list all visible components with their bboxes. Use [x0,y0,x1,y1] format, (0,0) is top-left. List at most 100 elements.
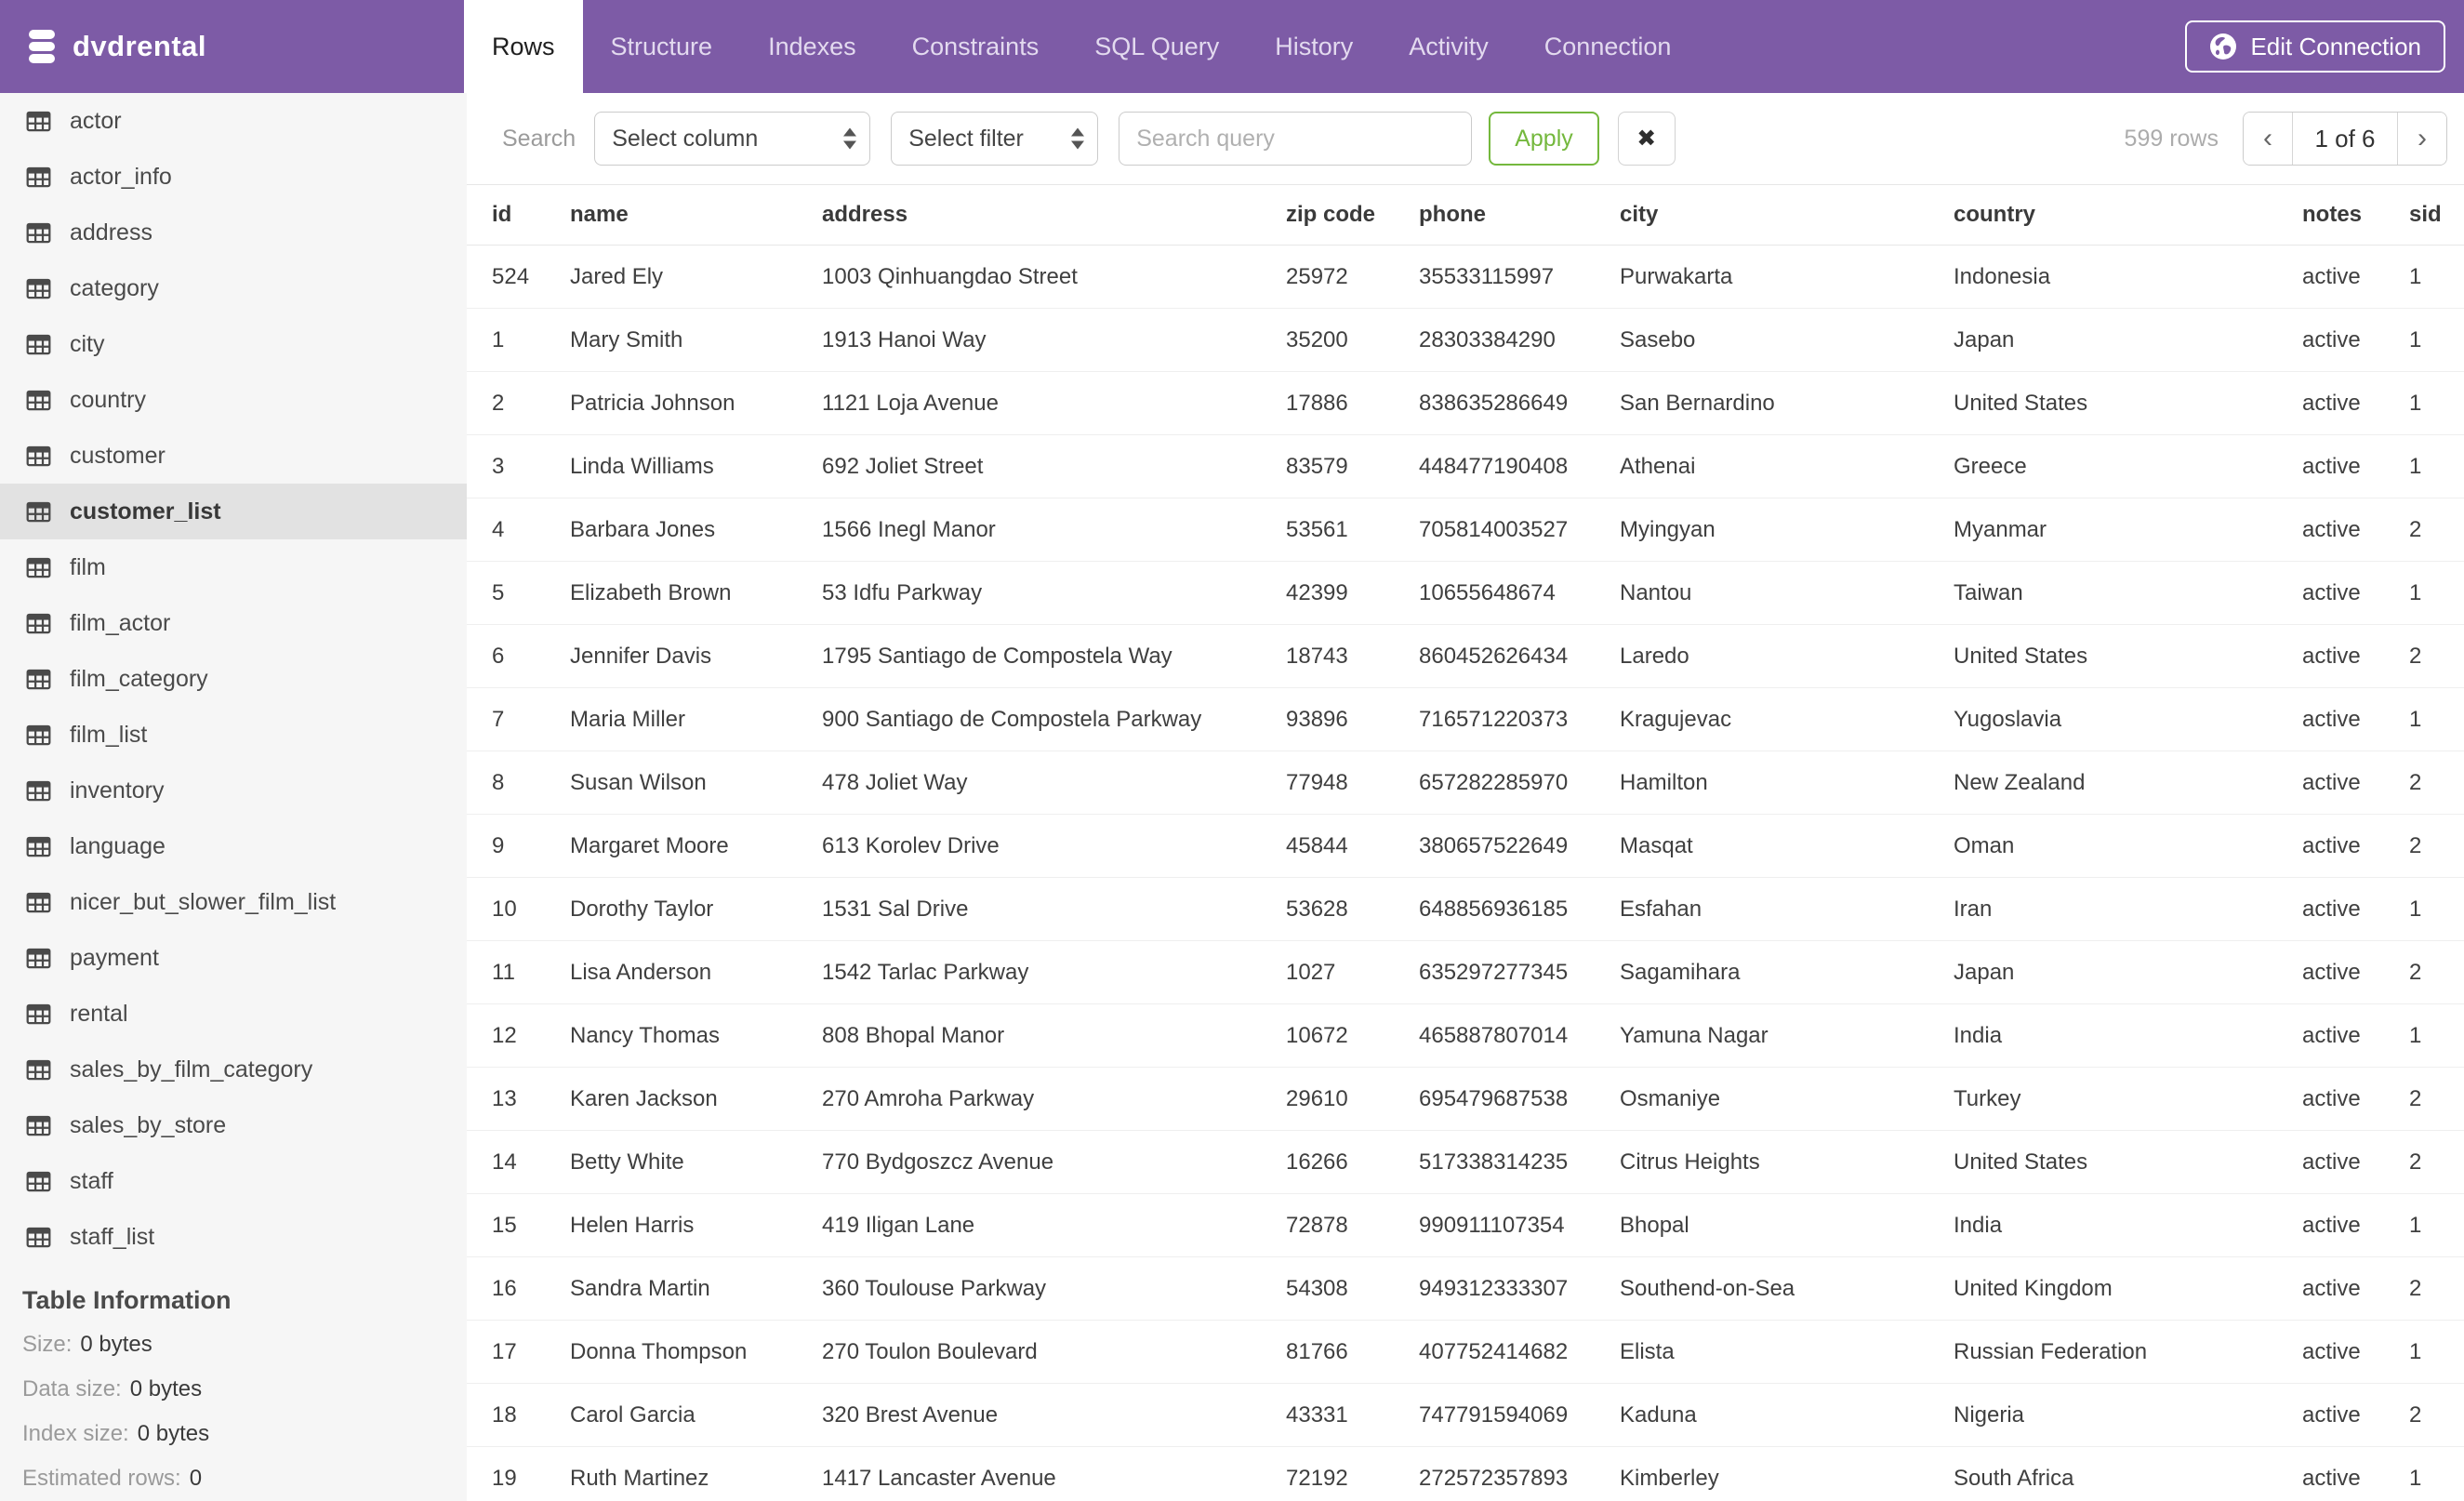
table-row[interactable]: 4 Barbara Jones 1566 Inegl Manor 53561 70581… [467,498,2464,562]
cell-name: Sandra Martin [570,1256,822,1321]
cell-name: Susan Wilson [570,750,822,815]
cell-zip-code: 53628 [1286,877,1419,941]
table-row[interactable]: 6 Jennifer Davis 1795 Santiago de Composte… [467,624,2464,688]
sidebar-item-city[interactable]: city [0,316,467,372]
tab-sql-query[interactable]: SQL Query [1066,0,1247,93]
sidebar-item-customer-list[interactable]: customer_list [0,484,467,539]
cell-country: India [1954,1003,2302,1068]
next-page-button[interactable]: › [2398,113,2446,165]
cell-sid: 2 [2409,750,2464,815]
column-header-sid[interactable]: sid [2409,184,2464,246]
cell-name: Lisa Anderson [570,940,822,1004]
filter-select[interactable]: Select filter [891,112,1099,166]
cell-id: 3 [467,434,570,498]
cell-address: 1913 Hanoi Way [822,308,1286,372]
table-row[interactable]: 18 Carol Garcia 320 Brest Avenue 43331 74779… [467,1383,2464,1447]
sidebar-item-inventory[interactable]: inventory [0,763,467,818]
table-row[interactable]: 5 Elizabeth Brown 53 Idfu Parkway 42399 1065… [467,561,2464,625]
table-grid-icon [26,166,51,187]
cell-address: 419 Iligan Lane [822,1193,1286,1257]
tab-activity[interactable]: Activity [1381,0,1517,93]
cell-phone: 272572357893 [1419,1446,1620,1501]
column-header-notes[interactable]: notes [2302,184,2409,246]
sidebar-item-payment[interactable]: payment [0,930,467,986]
cell-id: 7 [467,687,570,751]
sidebar-item-staff-list[interactable]: staff_list [0,1209,467,1265]
tab-constraints[interactable]: Constraints [884,0,1067,93]
cell-city: Bhopal [1620,1193,1954,1257]
apply-button[interactable]: Apply [1489,112,1599,166]
sidebar-item-language[interactable]: language [0,818,467,874]
tab-indexes[interactable]: Indexes [740,0,884,93]
column-header-address[interactable]: address [822,184,1286,246]
table-row[interactable]: 10 Dorothy Taylor 1531 Sal Drive 53628 64885… [467,877,2464,941]
sidebar-item-actor-info[interactable]: actor_info [0,149,467,205]
table-row[interactable]: 9 Margaret Moore 613 Korolev Drive 45844 380… [467,814,2464,878]
cell-city: Myingyan [1620,498,1954,562]
table-row[interactable]: 3 Linda Williams 692 Joliet Street 83579 448… [467,434,2464,498]
sidebar-item-address[interactable]: address [0,205,467,260]
tab-connection[interactable]: Connection [1517,0,1700,93]
table-row[interactable]: 15 Helen Harris 419 Iligan Lane 72878 990911… [467,1193,2464,1257]
table-grid-icon [26,1003,51,1024]
column-header-name[interactable]: name [570,184,822,246]
table-row[interactable]: 16 Sandra Martin 360 Toulouse Parkway 54308… [467,1256,2464,1321]
table-row[interactable]: 12 Nancy Thomas 808 Bhopal Manor 10672 46588… [467,1003,2464,1068]
table-row[interactable]: 13 Karen Jackson 270 Amroha Parkway 29610 69… [467,1067,2464,1131]
cell-country: Greece [1954,434,2302,498]
sidebar-item-category[interactable]: category [0,260,467,316]
column-select[interactable]: Select column [594,112,871,166]
sidebar-item-film-actor[interactable]: film_actor [0,595,467,651]
cell-address: 478 Joliet Way [822,750,1286,815]
table-row[interactable]: 8 Susan Wilson 478 Joliet Way 77948 65728228… [467,750,2464,815]
column-header-zip-code[interactable]: zip code [1286,184,1419,246]
cell-sid: 1 [2409,1193,2464,1257]
cell-name: Linda Williams [570,434,822,498]
sidebar-item-sales-by-film-category[interactable]: sales_by_film_category [0,1042,467,1097]
sidebar-item-staff[interactable]: staff [0,1153,467,1209]
sidebar-item-film-list[interactable]: film_list [0,707,467,763]
clear-filter-button[interactable]: ✖ [1617,112,1676,166]
tab-history[interactable]: History [1247,0,1381,93]
column-header-city[interactable]: city [1620,184,1954,246]
cell-city: Kimberley [1620,1446,1954,1501]
cell-id: 8 [467,750,570,815]
cell-phone: 635297277345 [1419,940,1620,1004]
sidebar-item-film[interactable]: film [0,539,467,595]
table-row[interactable]: 1 Mary Smith 1913 Hanoi Way 35200 2830338429… [467,308,2464,372]
table-row[interactable]: 7 Maria Miller 900 Santiago de Compostela … [467,687,2464,751]
cell-zip-code: 16266 [1286,1130,1419,1194]
table-row[interactable]: 19 Ruth Martinez 1417 Lancaster Avenue 7219… [467,1446,2464,1501]
sidebar-item-nicer-but-slower-film-list[interactable]: nicer_but_slower_film_list [0,874,467,930]
tab-rows[interactable]: Rows [464,0,583,93]
cell-country: South Africa [1954,1446,2302,1501]
app-header: dvdrental Rows Structure Indexes Constraint… [0,0,2464,93]
sidebar-item-actor[interactable]: actor [0,93,467,149]
table-name: actor_info [70,163,172,190]
column-header-id[interactable]: id [467,184,570,246]
cell-address: 1121 Loja Avenue [822,371,1286,435]
cell-phone: 35533115997 [1419,245,1620,309]
sidebar-item-rental[interactable]: rental [0,986,467,1042]
table-row[interactable]: 17 Donna Thompson 270 Toulon Boulevard 8176… [467,1320,2464,1384]
sidebar-item-sales-by-store[interactable]: sales_by_store [0,1097,467,1153]
cell-country: New Zealand [1954,750,2302,815]
prev-page-button[interactable]: ‹ [2244,113,2292,165]
table-row[interactable]: 524 Jared Ely 1003 Qinhuangdao Street 25972… [467,245,2464,309]
table-row[interactable]: 2 Patricia Johnson 1121 Loja Avenue 17886 83… [467,371,2464,435]
cell-notes: active [2302,498,2409,562]
cell-country: India [1954,1193,2302,1257]
sidebar-item-film-category[interactable]: film_category [0,651,467,707]
cell-country: Russian Federation [1954,1320,2302,1384]
table-row[interactable]: 11 Lisa Anderson 1542 Tarlac Parkway 1027 63… [467,940,2464,1004]
search-query-input[interactable] [1119,112,1473,166]
column-header-country[interactable]: country [1954,184,2302,246]
page-indicator: 1 of 6 [2292,113,2398,165]
table-row[interactable]: 14 Betty White 770 Bydgoszcz Avenue 16266 51… [467,1130,2464,1194]
cell-sid: 1 [2409,371,2464,435]
column-header-phone[interactable]: phone [1419,184,1620,246]
tab-structure[interactable]: Structure [583,0,741,93]
sidebar-item-customer[interactable]: customer [0,428,467,484]
sidebar-item-country[interactable]: country [0,372,467,428]
edit-connection-button[interactable]: Edit Connection [2185,20,2445,73]
